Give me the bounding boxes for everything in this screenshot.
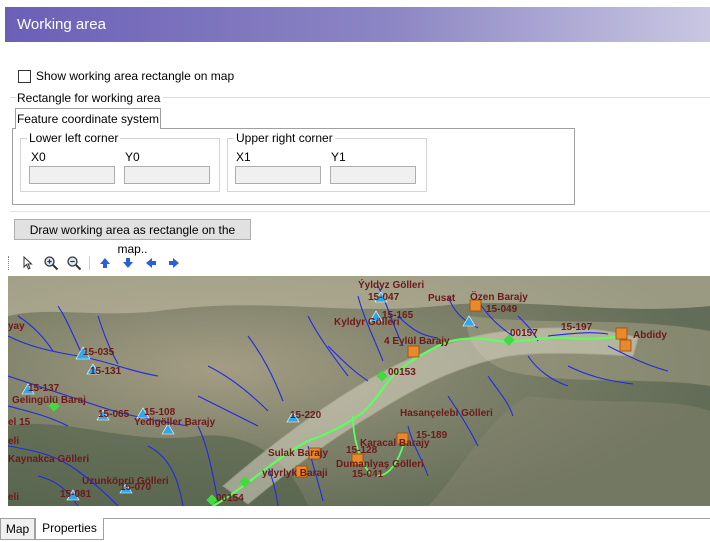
zoom-in-icon[interactable] (42, 255, 60, 271)
label-15-049: 15-049 (486, 304, 518, 315)
label-eli: eli (8, 436, 19, 447)
label-sulak: Sulak Barajy (268, 448, 328, 459)
map-toolbar (8, 255, 188, 271)
label-pusat: Pusat (428, 293, 456, 304)
label-15-197: 15-197 (561, 322, 593, 333)
label-15-070: 15-070 (120, 482, 152, 493)
label-hasan: Hasançelebi Gölleri (400, 408, 493, 419)
label-abdidy: Abdidy (633, 330, 667, 341)
x1-input[interactable] (235, 166, 321, 184)
label-kaynakca: Kaynakca Gölleri (8, 454, 89, 465)
draw-rectangle-button[interactable]: Draw working area as rectangle on the ma… (14, 219, 251, 256)
label-00154: 00154 (216, 493, 244, 504)
lower-left-group: Lower left corner X0 Y0 (20, 131, 220, 192)
checkbox-label: Show working area rectangle on map (36, 69, 235, 83)
label-15-041: 15-041 (352, 469, 384, 480)
label-15-065: 15-065 (98, 409, 130, 420)
label-15-220: 15-220 (290, 410, 322, 421)
toolbar-grip (8, 256, 11, 270)
label-15-131: 15-131 (90, 366, 122, 377)
label-eli-2: eli (8, 492, 19, 503)
lower-left-legend: Lower left corner (27, 131, 121, 145)
map-canvas[interactable]: Ýyldyz Gölleri 15-047 Pusat Özen Barajy … (8, 276, 710, 506)
panel-title: Working area (17, 16, 106, 33)
label-15-035: 15-035 (83, 347, 115, 358)
pan-right-icon[interactable] (165, 255, 183, 271)
label-00153: 00153 (388, 367, 416, 378)
reservoir-4-eylul (407, 345, 420, 358)
reservoir-abdidy (615, 327, 628, 340)
zoom-out-icon[interactable] (65, 255, 83, 271)
coordinate-tab-panel: Lower left corner X0 Y0 Upper right corn… (12, 128, 575, 205)
show-rectangle-checkbox[interactable]: Show working area rectangle on map (18, 68, 234, 84)
y1-label: Y1 (331, 150, 346, 164)
panel-header: Working area (5, 7, 710, 42)
label-gelin: Gelingülü Baraj (12, 395, 86, 406)
label-ydyrlyk: ydyrlyk Baraji (262, 468, 328, 479)
upper-right-legend: Upper right corner (234, 131, 335, 145)
label-el15: el 15 (8, 417, 31, 428)
pan-left-icon[interactable] (142, 255, 160, 271)
upper-right-group: Upper right corner X1 Y1 (227, 131, 427, 192)
label-yay: yay (8, 321, 25, 332)
toolbar-separator (89, 256, 90, 270)
map-view[interactable]: Ýyldyz Gölleri 15-047 Pusat Özen Barajy … (8, 276, 710, 506)
label-15-081: 15-081 (60, 489, 92, 500)
label-15-189: 15-189 (416, 430, 448, 441)
label-15-137: 15-137 (28, 383, 60, 394)
y1-input[interactable] (330, 166, 416, 184)
tab-map[interactable]: Map (0, 519, 35, 540)
label-ozen: Özen Barajy (470, 290, 528, 303)
y0-label: Y0 (125, 150, 140, 164)
x0-label: X0 (31, 150, 46, 164)
label-yyldyz: Ýyldyz Gölleri (358, 278, 424, 291)
rectangle-group-title: Rectangle for working area (17, 91, 164, 105)
label-yedigoller: Yedigöller Barajy (134, 417, 216, 428)
label-15-128: 15-128 (346, 445, 378, 456)
bottom-tab-strip (0, 506, 710, 542)
label-00157: 00157 (510, 328, 538, 339)
label-4-eylul: 4 Eylül Barajy (384, 336, 450, 347)
x1-label: X1 (236, 150, 251, 164)
label-15-165: 15-165 (382, 310, 414, 321)
select-pointer-icon[interactable] (19, 255, 37, 271)
tab-feature-coordinate-system[interactable]: Feature coordinate system (15, 108, 161, 129)
checkbox-box[interactable] (18, 69, 31, 83)
section-divider (10, 211, 710, 212)
bottom-tab-line (0, 518, 710, 519)
pan-down-icon[interactable] (119, 255, 137, 271)
x0-input[interactable] (29, 166, 115, 184)
y0-input[interactable] (124, 166, 210, 184)
label-15-047: 15-047 (368, 292, 400, 303)
pan-up-icon[interactable] (96, 255, 114, 271)
tab-properties[interactable]: Properties (35, 518, 104, 540)
reservoir-abdidy-2 (619, 339, 632, 352)
